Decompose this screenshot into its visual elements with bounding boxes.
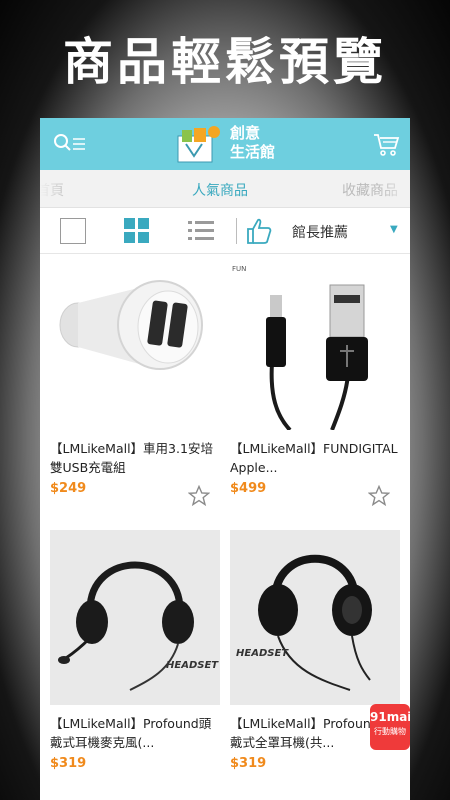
toolbar-divider	[236, 218, 237, 244]
product-price: $249	[50, 481, 87, 496]
headset-label: HEADSET	[166, 660, 219, 671]
product-name[interactable]: 【LMLikeMall】FUNDIGITALApple...	[230, 439, 398, 477]
single-view-icon[interactable]	[60, 218, 86, 244]
brand-mark: FUN	[232, 265, 246, 273]
promo-banner: 商品輕鬆預覽	[0, 0, 450, 115]
star-icon[interactable]	[367, 484, 391, 507]
app-logo[interactable]: 創意 生活館	[172, 122, 282, 166]
product-card[interactable]: HEADSET 【LMLikeMall】Profound頭戴式全罩耳機(共...…	[220, 530, 400, 800]
product-image[interactable]: FUN	[230, 255, 400, 432]
logo-line1: 創意	[230, 124, 261, 142]
product-image[interactable]: HEADSET	[230, 530, 400, 705]
headphones-image: HEADSET	[236, 554, 372, 691]
product-name[interactable]: 【LMLikeMall】Profound頭戴式耳機麥克風(...	[50, 714, 218, 752]
thumbs-up-icon	[246, 216, 272, 246]
usb-cable-image: FUN	[232, 265, 368, 432]
badge-subtitle: 行動購物	[374, 727, 406, 736]
search-icon[interactable]	[52, 132, 88, 156]
app-header: 創意 生活館	[40, 118, 410, 170]
grid-view-icon[interactable]	[124, 218, 150, 244]
star-icon[interactable]	[187, 484, 211, 507]
product-grid: 【LMLikeMall】車用3.1安培雙USB充電組 $249 FUN 【LML…	[40, 255, 410, 800]
view-toolbar: 館長推薦 ▼	[40, 208, 410, 254]
app-screen: 創意 生活館 首頁 人氣商品 收藏商品	[40, 118, 410, 800]
car-charger-image	[59, 280, 203, 370]
badge-title: 91mai	[370, 710, 410, 724]
sort-select[interactable]: 館長推薦	[292, 222, 348, 242]
headset-image: HEADSET	[58, 561, 219, 691]
product-image[interactable]: HEADSET	[50, 530, 220, 705]
product-name[interactable]: 【LMLikeMall】車用3.1安培雙USB充電組	[50, 439, 218, 477]
headset-label: HEADSET	[236, 648, 289, 659]
product-card[interactable]: FUN 【LMLikeMall】FUNDIGITALApple... $499	[220, 255, 400, 525]
chevron-down-icon[interactable]: ▼	[390, 224, 398, 235]
product-price: $319	[230, 756, 267, 771]
list-view-icon[interactable]	[188, 218, 214, 244]
tabs-fade-left	[40, 170, 70, 207]
shopping-bag-icon	[177, 126, 220, 163]
banner-title: 商品輕鬆預覽	[63, 32, 387, 91]
category-tabs: 首頁 人氣商品 收藏商品	[40, 170, 410, 208]
logo-line2: 生活館	[230, 143, 276, 161]
product-card[interactable]: HEADSET 【LMLikeMall】Profound頭戴式耳機麥克風(...…	[40, 530, 220, 800]
product-image[interactable]	[50, 255, 220, 430]
logo-text: 創意 生活館	[230, 124, 275, 162]
cart-icon[interactable]	[372, 130, 400, 158]
product-price: $499	[230, 481, 267, 496]
product-price: $319	[50, 756, 87, 771]
product-card[interactable]: 【LMLikeMall】車用3.1安培雙USB充電組 $249	[40, 255, 220, 525]
tabs-fade-right	[380, 170, 410, 207]
mobile-shop-badge[interactable]: 91mai 行動購物	[370, 704, 410, 750]
tab-popular[interactable]: 人氣商品	[192, 180, 248, 200]
